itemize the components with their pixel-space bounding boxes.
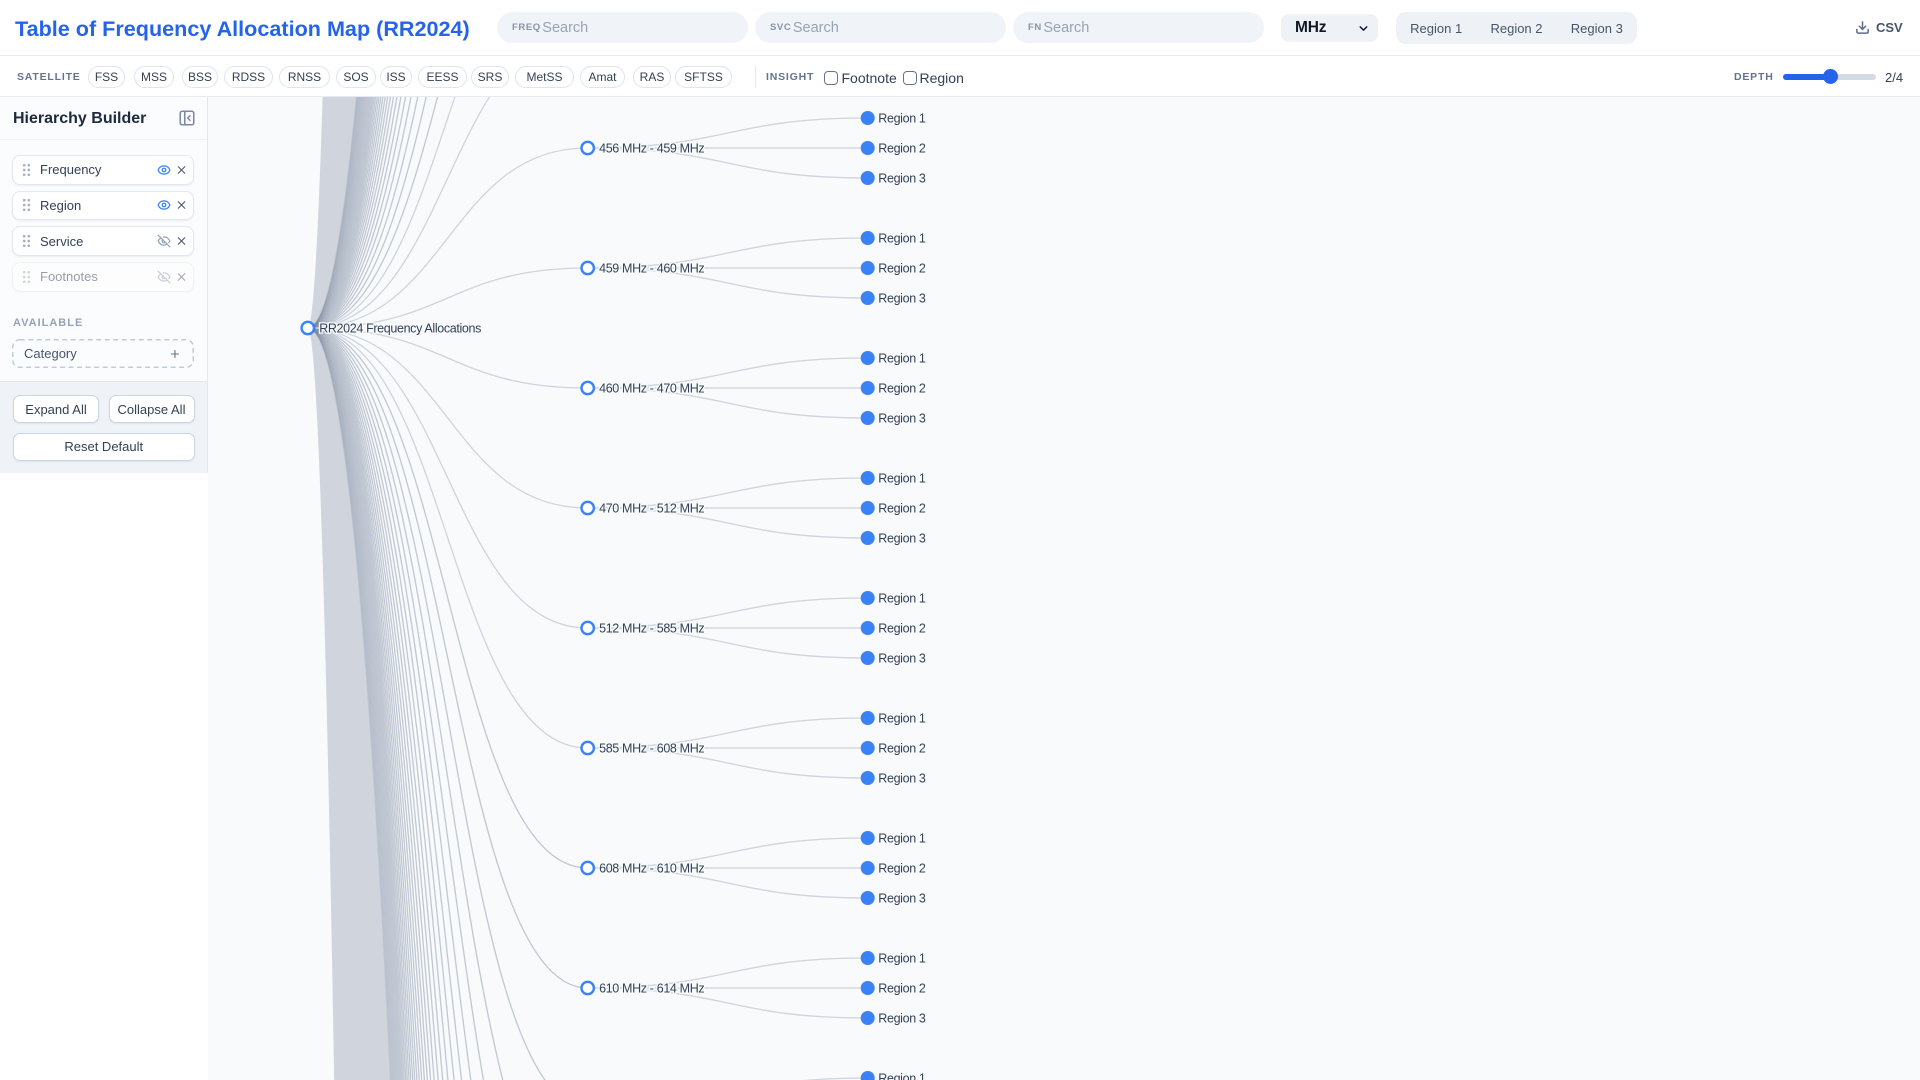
svg-text:Region 3: Region 3	[878, 532, 926, 546]
svg-text:Region 2: Region 2	[878, 262, 926, 276]
svg-text:512 MHz - 585 MHz: 512 MHz - 585 MHz	[599, 622, 704, 636]
svg-text:610 MHz - 614 MHz: 610 MHz - 614 MHz	[599, 982, 704, 996]
svg-text:Region 2: Region 2	[878, 382, 926, 396]
svg-text:Region 2: Region 2	[878, 862, 926, 876]
svg-text:608 MHz - 610 MHz: 608 MHz - 610 MHz	[599, 862, 704, 876]
svg-text:585 MHz - 608 MHz: 585 MHz - 608 MHz	[599, 742, 704, 756]
svg-text:Region 2: Region 2	[878, 982, 926, 996]
svg-text:470 MHz - 512 MHz: 470 MHz - 512 MHz	[599, 502, 704, 516]
svg-text:Region 3: Region 3	[878, 1012, 926, 1026]
svg-text:Region 1: Region 1	[878, 1072, 926, 1080]
svg-text:Region 1: Region 1	[878, 112, 926, 126]
svg-text:Region 2: Region 2	[878, 142, 926, 156]
svg-text:Region 2: Region 2	[878, 502, 926, 516]
svg-text:Region 1: Region 1	[878, 832, 926, 846]
svg-text:RR2024 Frequency Allocations: RR2024 Frequency Allocations	[319, 322, 481, 336]
svg-text:Region 3: Region 3	[878, 892, 926, 906]
svg-text:Region 1: Region 1	[878, 712, 926, 726]
svg-text:456 MHz - 459 MHz: 456 MHz - 459 MHz	[599, 142, 704, 156]
svg-text:460 MHz - 470 MHz: 460 MHz - 470 MHz	[599, 382, 704, 396]
svg-text:Region 3: Region 3	[878, 172, 926, 186]
svg-text:Region 3: Region 3	[878, 292, 926, 306]
svg-text:Region 1: Region 1	[878, 232, 926, 246]
svg-text:Region 3: Region 3	[878, 652, 926, 666]
svg-text:459 MHz - 460 MHz: 459 MHz - 460 MHz	[599, 262, 704, 276]
svg-text:Region 3: Region 3	[878, 412, 926, 426]
svg-text:Region 2: Region 2	[878, 742, 926, 756]
svg-text:Region 1: Region 1	[878, 352, 926, 366]
svg-text:Region 1: Region 1	[878, 952, 926, 966]
svg-text:Region 2: Region 2	[878, 622, 926, 636]
svg-text:Region 1: Region 1	[878, 592, 926, 606]
svg-text:Region 3: Region 3	[878, 772, 926, 786]
svg-text:Region 1: Region 1	[878, 472, 926, 486]
